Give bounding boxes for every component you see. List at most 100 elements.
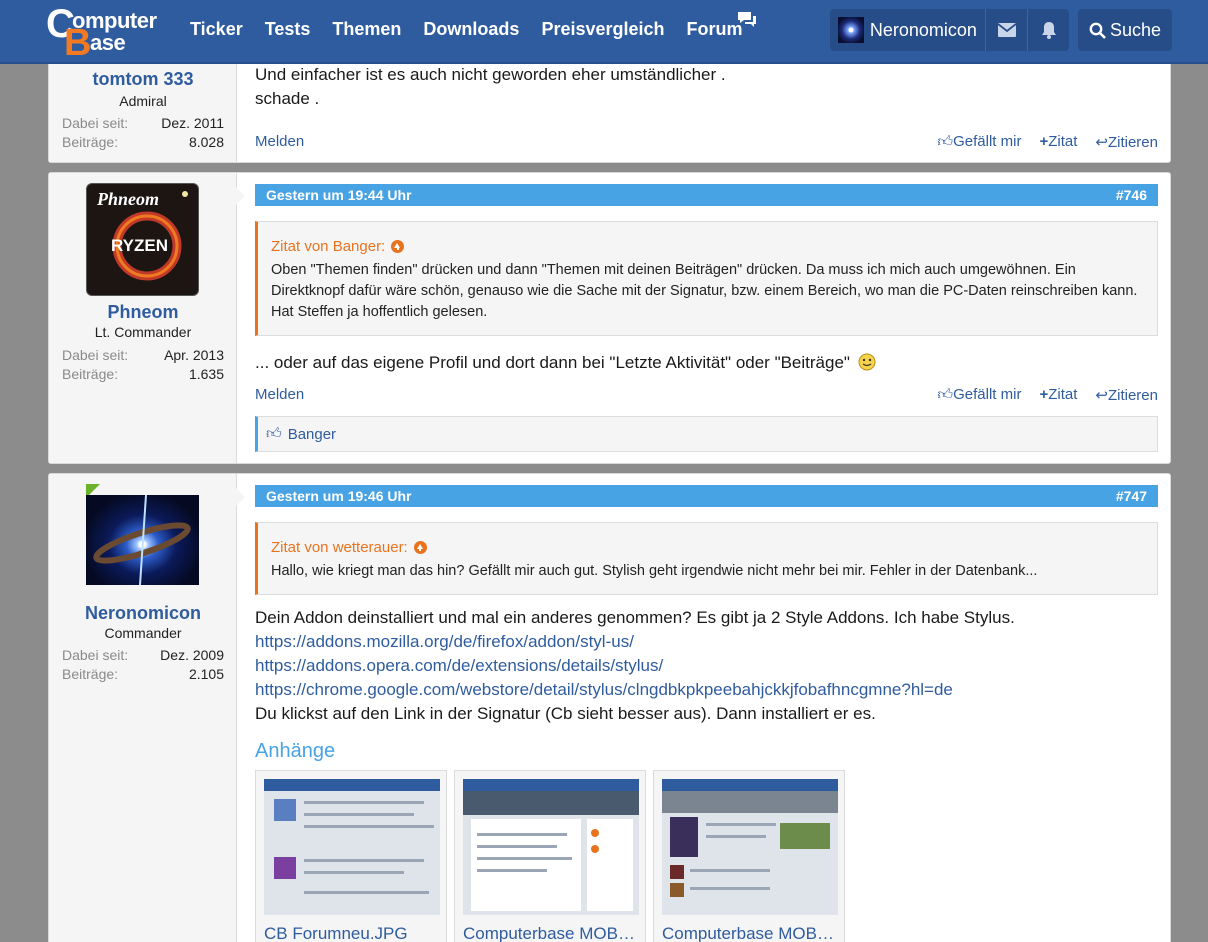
quote-text: Oben "Themen finden" drücken und dann "T… bbox=[271, 262, 1138, 320]
post-number[interactable]: #746 bbox=[1116, 187, 1147, 203]
joined-row: Dabei seit: Dez. 2011 bbox=[62, 115, 224, 131]
cite-button[interactable]: ↩Zitieren bbox=[1095, 133, 1158, 151]
post-actions: Melden 👍︎Gefällt mir +Zitat ↩Zitieren bbox=[255, 133, 1158, 155]
thumbs-up-icon: 👍︎ bbox=[937, 386, 954, 403]
post-body-text: ... oder auf das eigene Profil und dort … bbox=[255, 353, 850, 372]
post-author-sidebar: Phneom RYZEN Phneom Lt. Commander Dabei … bbox=[49, 173, 245, 463]
post-date[interactable]: Gestern um 19:46 Uhr bbox=[266, 488, 412, 504]
post-body-intro: Dein Addon deinstalliert und mal ein and… bbox=[255, 608, 1015, 627]
attachment-thumbnail[interactable]: Computerbase MOBILE-02.JPG bbox=[653, 770, 845, 942]
post-date[interactable]: Gestern um 19:44 Uhr bbox=[266, 187, 412, 203]
joined-label: Dabei seit: bbox=[62, 347, 129, 363]
addon-link-opera[interactable]: https://addons.opera.com/de/extensions/d… bbox=[255, 654, 1158, 678]
quote-block: Zitat von Banger: Oben "Themen finden" d… bbox=[255, 221, 1158, 336]
messages-button[interactable] bbox=[986, 9, 1027, 51]
post-body-outro: Du klickst auf den Link in der Signatur … bbox=[255, 704, 876, 723]
post-count-label: Beiträge: bbox=[62, 666, 119, 682]
post-count-value: 2.105 bbox=[188, 666, 224, 682]
likes-bar: 👍︎ Banger bbox=[255, 416, 1158, 452]
attachment-thumbnail[interactable]: Computerbase MOBILE-01.JPG bbox=[454, 770, 646, 942]
addon-link-mozilla[interactable]: https://addons.mozilla.org/de/firefox/ad… bbox=[255, 630, 1158, 654]
attachment-image bbox=[264, 779, 440, 915]
logo-word-base: ase bbox=[90, 30, 126, 55]
nav-ticker[interactable]: Ticker bbox=[190, 19, 243, 40]
plus-icon: + bbox=[1039, 386, 1049, 403]
nav-forum[interactable]: Forum bbox=[687, 19, 743, 40]
like-button[interactable]: 👍︎Gefällt mir bbox=[937, 133, 1021, 151]
joined-value: Apr. 2013 bbox=[164, 347, 224, 363]
quote-label: Zitat bbox=[1048, 386, 1078, 403]
notifications-button[interactable] bbox=[1028, 9, 1069, 51]
author-name[interactable]: Neronomicon bbox=[49, 603, 237, 624]
reply-arrow-icon: ↩ bbox=[1095, 387, 1108, 404]
author-rank: Admiral bbox=[119, 93, 167, 109]
user-avatar[interactable] bbox=[838, 17, 864, 43]
author-name[interactable]: tomtom 333 bbox=[49, 69, 237, 90]
post-count-label: Beiträge: bbox=[62, 134, 119, 150]
attachment-filename: CB Forumneu.JPG bbox=[264, 924, 408, 942]
post-body-line: schade . bbox=[255, 89, 320, 108]
avatar-title-text: Phneom bbox=[97, 189, 160, 209]
author-avatar[interactable] bbox=[86, 495, 199, 585]
post-content: Gestern um 19:46 Uhr #747 Zitat von wett… bbox=[255, 485, 1158, 726]
post-count-row: Beiträge: 1.635 bbox=[62, 366, 224, 382]
post-date-bar: Gestern um 19:44 Uhr #746 bbox=[255, 184, 1158, 206]
nav-preisvergleich[interactable]: Preisvergleich bbox=[541, 19, 664, 40]
post-count-row: Beiträge: 8.028 bbox=[62, 134, 224, 150]
attachments-heading: Anhänge bbox=[255, 740, 336, 762]
quote-header[interactable]: Zitat von Banger: bbox=[258, 222, 1157, 260]
thumbs-up-icon: 👍︎ bbox=[937, 133, 954, 150]
post-body: Dein Addon deinstalliert und mal ein and… bbox=[255, 606, 1158, 726]
author-name[interactable]: Phneom bbox=[49, 302, 237, 323]
quote-text: Hallo, wie kriegt man das hin? Gefällt m… bbox=[271, 563, 1038, 579]
computerbase-logo[interactable]: C omputer B ase bbox=[46, 2, 166, 64]
post-number[interactable]: #747 bbox=[1116, 488, 1147, 504]
attachment-thumbnail[interactable]: CB Forumneu.JPG bbox=[255, 770, 447, 942]
attachment-image bbox=[662, 779, 838, 915]
arrow-up-circle-icon[interactable] bbox=[391, 240, 405, 253]
author-avatar[interactable]: Phneom RYZEN bbox=[86, 183, 199, 296]
quote-block: Zitat von wetterauer: Hallo, wie kriegt … bbox=[255, 522, 1158, 595]
joined-row: Dabei seit: Apr. 2013 bbox=[62, 347, 224, 363]
main-nav: Ticker Tests Themen Downloads Preisvergl… bbox=[190, 19, 765, 40]
attachment-filename: Computerbase MOBILE-01.JPG bbox=[463, 924, 639, 942]
plus-icon: + bbox=[1039, 133, 1049, 150]
forum-post: Neronomicon Commander Dabei seit: Dez. 2… bbox=[48, 473, 1171, 942]
post-author-sidebar: Neronomicon Commander Dabei seit: Dez. 2… bbox=[49, 474, 245, 942]
like-label: Gefällt mir bbox=[953, 386, 1022, 403]
post-count-value: 8.028 bbox=[188, 134, 224, 150]
cite-label: Zitieren bbox=[1107, 387, 1158, 404]
quote-author: Zitat von wetterauer: bbox=[271, 539, 408, 556]
report-button[interactable]: Melden bbox=[255, 133, 304, 150]
quote-header[interactable]: Zitat von wetterauer: bbox=[258, 523, 1157, 561]
post-count-label: Beiträge: bbox=[62, 366, 119, 382]
nav-downloads[interactable]: Downloads bbox=[423, 19, 519, 40]
joined-label: Dabei seit: bbox=[62, 647, 129, 663]
smiley-icon bbox=[858, 353, 876, 371]
report-button[interactable]: Melden bbox=[255, 386, 304, 403]
post-count-row: Beiträge: 2.105 bbox=[62, 666, 224, 682]
post-body-line: Und einfacher ist es auch nicht geworden… bbox=[255, 65, 726, 84]
thumbs-up-icon: 👍︎ bbox=[266, 425, 282, 442]
sidebar-pointer bbox=[236, 187, 245, 205]
cite-button[interactable]: ↩Zitieren bbox=[1095, 386, 1158, 404]
nav-themen[interactable]: Themen bbox=[332, 19, 401, 40]
quote-author: Zitat von Banger: bbox=[271, 238, 386, 255]
author-rank: Commander bbox=[104, 625, 182, 641]
joined-label: Dabei seit: bbox=[62, 115, 129, 131]
liked-by-user[interactable]: Banger bbox=[288, 426, 336, 443]
sidebar-pointer bbox=[236, 488, 245, 506]
post-content: Gestern um 19:44 Uhr #746 Zitat von Bang… bbox=[255, 184, 1158, 375]
username-link[interactable]: Neronomicon bbox=[870, 20, 985, 41]
quote-button[interactable]: +Zitat bbox=[1039, 386, 1077, 404]
reply-arrow-icon: ↩ bbox=[1095, 134, 1108, 151]
nav-tests[interactable]: Tests bbox=[265, 19, 311, 40]
post-actions: Melden 👍︎Gefällt mir +Zitat ↩Zitieren bbox=[255, 386, 1158, 408]
search-button[interactable]: Suche bbox=[1078, 9, 1172, 51]
addon-link-chrome[interactable]: https://chrome.google.com/webstore/detai… bbox=[255, 678, 1158, 702]
like-button[interactable]: 👍︎Gefällt mir bbox=[937, 386, 1021, 404]
arrow-up-circle-icon[interactable] bbox=[413, 541, 427, 554]
quote-button[interactable]: +Zitat bbox=[1039, 133, 1077, 151]
author-rank: Lt. Commander bbox=[94, 324, 192, 340]
top-navigation-bar: C omputer B ase Ticker Tests Themen Down… bbox=[0, 0, 1208, 64]
